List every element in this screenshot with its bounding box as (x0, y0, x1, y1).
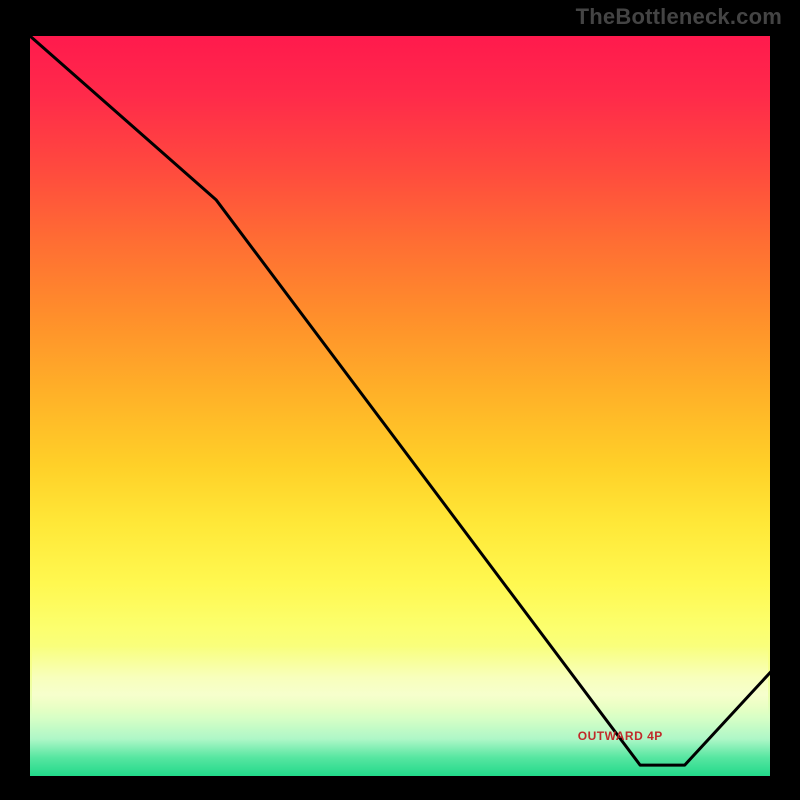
plot-gradient: OUTWARD 4P (28, 34, 772, 778)
plot-frame: OUTWARD 4P (28, 34, 772, 778)
chart-stage: TheBottleneck.com OUTWARD 4P (0, 0, 800, 800)
series-label: OUTWARD 4P (578, 729, 663, 743)
line-overlay (30, 36, 774, 780)
pale-band (32, 646, 768, 716)
watermark-text: TheBottleneck.com (576, 4, 782, 30)
bottleneck-curve (30, 36, 774, 765)
